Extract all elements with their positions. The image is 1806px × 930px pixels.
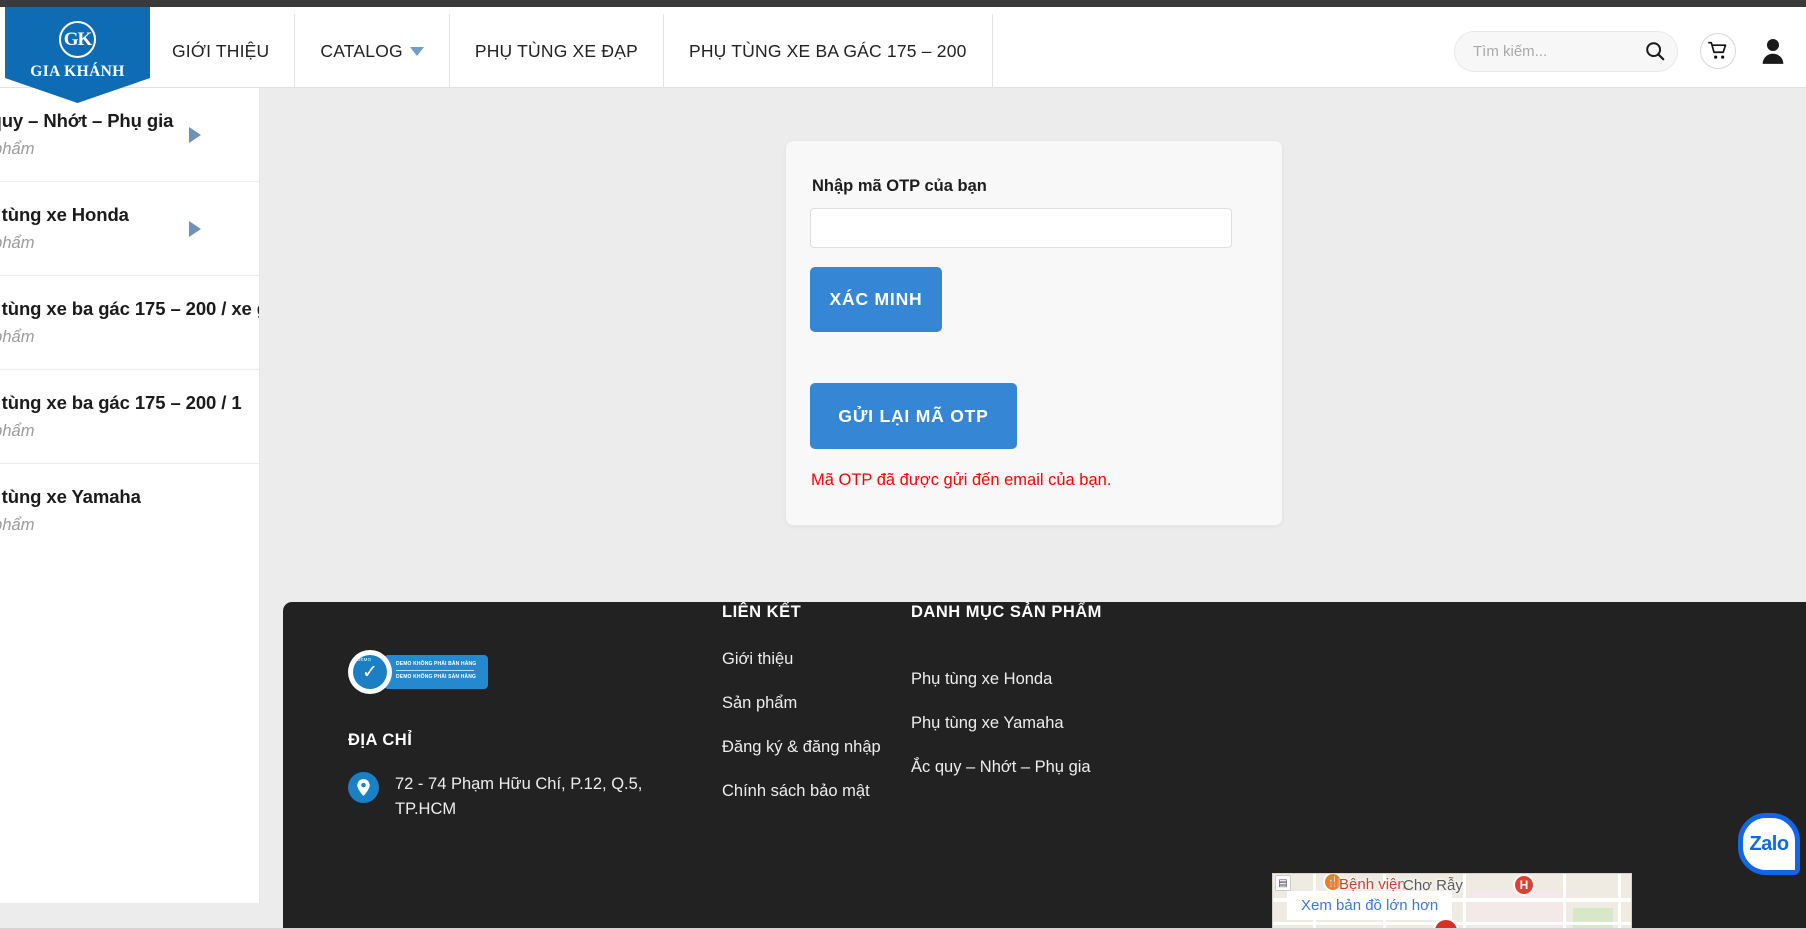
verify-otp-button[interactable]: XÁC MINH <box>810 267 942 332</box>
search-icon <box>1646 42 1665 61</box>
search-button[interactable] <box>1633 32 1677 71</box>
sidebar-item-title: Phụ tùng xe ba gác 175 – 200 / 1 <box>0 392 242 413</box>
footer-links-list: Giới thiệu Sản phẩm Đăng ký & đăng nhập … <box>722 647 881 823</box>
top-dark-strip <box>0 0 1806 7</box>
zalo-label: Zalo <box>1749 832 1789 855</box>
zalo-bubble-icon: Zalo <box>1738 813 1800 875</box>
footer-category-honda[interactable]: Phụ tùng xe Honda <box>911 667 1091 691</box>
footer-link-san-pham[interactable]: Sản phẩm <box>722 691 881 715</box>
footer-link-chinh-sach-bao-mat[interactable]: Chính sách bảo mật <box>722 779 881 803</box>
chevron-down-icon <box>409 46 424 56</box>
nav-label: GIỚI THIỆU <box>172 40 270 61</box>
resend-otp-button[interactable]: GỬI LẠI MÃ OTP <box>810 383 1017 449</box>
sidebar-item-xe-gio[interactable]: Phụ tùng xe ba gác 175 – 200 / xe gio sả… <box>0 276 259 370</box>
chevron-right-icon[interactable] <box>189 220 201 237</box>
sidebar-item-175-200[interactable]: Phụ tùng xe ba gác 175 – 200 / 1 sản phẩ… <box>0 370 259 464</box>
demo-badge: DEMO KHÔNG PHẢI BÁN HÀNG DEMO KHÔNG PHẢI… <box>348 650 488 694</box>
nav-label: PHỤ TÙNG XE BA GÁC 175 – 200 <box>688 40 967 61</box>
footer-categories-list: Phụ tùng xe Honda Phụ tùng xe Yamaha Ắc … <box>911 667 1091 799</box>
sidebar-item-count: sản phẩm <box>0 516 35 534</box>
demo-badge-circle-text: DEMO <box>357 657 372 662</box>
sidebar-item-yamaha[interactable]: Phụ tùng xe Yamaha sản phẩm <box>0 464 259 557</box>
sidebar-item-title: Phụ tùng xe ba gác 175 – 200 / xe gio <box>0 298 259 319</box>
demo-badge-line1: DEMO KHÔNG PHẢI BÁN HÀNG <box>396 661 477 667</box>
footer-address-row: 72 - 74 Phạm Hữu Chí, P.12, Q.5, TP.HCM <box>348 772 678 822</box>
logo-mark-text: GK <box>63 28 93 50</box>
nav-label: PHỤ TÙNG XE ĐẠP <box>474 40 638 61</box>
brand-name: GIA KHÁNH <box>30 63 125 80</box>
otp-status-message: Mã OTP đã được gửi đến email của bạn. <box>811 471 1112 489</box>
footer-categories-heading: DANH MỤC SẢN PHẨM <box>911 603 1102 621</box>
demo-badge-tag: DEMO KHÔNG PHẢI BÁN HÀNG DEMO KHÔNG PHẢI… <box>384 655 488 689</box>
sidebar-item-count: sản phẩm <box>0 140 35 158</box>
nav-item-phu-tung-xe-ba-gac[interactable]: PHỤ TÙNG XE BA GÁC 175 – 200 <box>662 14 993 88</box>
footer-category-yamaha[interactable]: Phụ tùng xe Yamaha <box>911 711 1091 735</box>
sidebar-item-title: Phụ tùng xe Yamaha <box>0 486 141 507</box>
sidebar-item-ac-quy-nhot-phu-gia[interactable]: Ắc quy – Nhớt – Phụ gia sản phẩm <box>0 88 259 182</box>
map-pin-icon <box>348 772 379 803</box>
sidebar-item-count: sản phẩm <box>0 234 35 252</box>
header-actions <box>1454 14 1788 88</box>
nav-item-catalog[interactable]: CATALOG <box>294 14 448 88</box>
main-navigation: GIỚI THIỆU CATALOG PHỤ TÙNG XE ĐẠP PHỤ T… <box>150 14 993 88</box>
account-button[interactable] <box>1758 35 1788 67</box>
footer-brand-column: DEMO KHÔNG PHẢI BÁN HÀNG DEMO KHÔNG PHẢI… <box>348 650 678 822</box>
footer-address-text: 72 - 74 Phạm Hữu Chí, P.12, Q.5, TP.HCM <box>395 775 643 818</box>
search-input[interactable] <box>1455 31 1718 71</box>
hospital-pin-icon: H <box>1513 874 1535 896</box>
footer-link-dang-ky-dang-nhap[interactable]: Đăng ký & đăng nhập <box>722 735 881 759</box>
otp-verification-card: Nhập mã OTP của bạn XÁC MINH GỬI LẠI MÃ … <box>785 140 1283 526</box>
nav-item-phu-tung-xe-dap[interactable]: PHỤ TÙNG XE ĐẠP <box>448 14 663 88</box>
bus-station-icon: ▤ <box>1275 875 1291 891</box>
demo-badge-seal: ✓ DEMO <box>348 650 392 694</box>
demo-badge-line2: DEMO KHÔNG PHẢI SẢN HÀNG <box>396 674 476 680</box>
sidebar-item-honda[interactable]: Phụ tùng xe Honda sản phẩm <box>0 182 259 276</box>
chevron-right-icon[interactable] <box>189 126 201 143</box>
nav-item-gioi-thieu[interactable]: GIỚI THIỆU <box>150 14 294 88</box>
footer-category-ac-quy[interactable]: Ắc quy – Nhớt – Phụ gia <box>911 755 1091 779</box>
gk-monogram-icon: GK <box>59 21 96 58</box>
sidebar-item-count: sản phẩm <box>0 328 35 346</box>
site-header: GK GIA KHÁNH GIỚI THIỆU CATALOG PHỤ TÙNG… <box>0 7 1806 103</box>
category-sidebar: Ắc quy – Nhớt – Phụ gia sản phẩm Phụ tùn… <box>0 88 260 903</box>
footer-link-gioi-thieu[interactable]: Giới thiệu <box>722 647 881 671</box>
otp-code-input[interactable] <box>810 208 1232 248</box>
zalo-chat-button[interactable]: Zalo <box>1738 813 1800 875</box>
nav-label: CATALOG <box>320 40 403 61</box>
user-account-icon <box>1762 38 1784 64</box>
otp-field-label: Nhập mã OTP của bạn <box>812 177 987 195</box>
footer-links-heading: LIÊN KẾT <box>722 603 802 621</box>
footer-address-heading: ĐỊA CHỈ <box>348 731 413 749</box>
demo-badge-divider <box>396 670 474 671</box>
search-box[interactable] <box>1454 30 1718 72</box>
map-embed[interactable]: ▤ 🍴 Bệnh viện Chợ Rẫy H Xem bản đồ lớn h… <box>1272 873 1632 930</box>
sidebar-item-count: sản phẩm <box>0 422 35 440</box>
view-larger-map-link[interactable]: Xem bản đồ lớn hơn <box>1287 891 1453 920</box>
page-root: GK GIA KHÁNH GIỚI THIỆU CATALOG PHỤ TÙNG… <box>0 0 1806 930</box>
